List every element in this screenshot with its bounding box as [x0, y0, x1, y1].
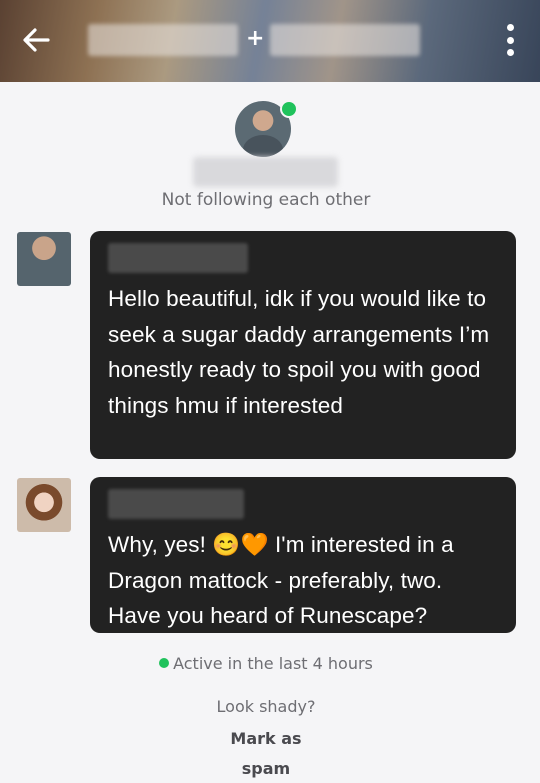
blurred-sender-name [108, 243, 248, 273]
plus-icon: + [246, 26, 265, 51]
dot [506, 24, 514, 31]
sender-avatar[interactable] [17, 478, 71, 532]
shady-question: Look shady? [216, 697, 316, 716]
blurred-username [193, 157, 338, 187]
chat-header: + [0, 0, 540, 82]
spam-label-line2: spam [241, 759, 291, 778]
message-text-part: Why, yes! [108, 532, 213, 557]
dot [506, 36, 514, 44]
follow-status: Not following each other [161, 190, 371, 210]
sender-avatar[interactable] [17, 232, 71, 286]
emoji: 😊🧡 [212, 532, 269, 557]
mark-as-spam-button[interactable]: Mark as spam [216, 724, 316, 783]
dot [506, 49, 514, 56]
arrow-left-icon [23, 28, 50, 52]
message-text: Why, yes! 😊🧡 I'm interested in a Dragon … [108, 527, 498, 634]
blurred-sender-name [108, 489, 244, 519]
more-options-button[interactable] [504, 24, 516, 56]
online-indicator [280, 100, 298, 118]
message-bubble[interactable]: Hello beautiful, idk if you would like t… [90, 231, 516, 459]
back-button[interactable] [20, 24, 52, 56]
spam-label-line1: Mark as [230, 729, 302, 748]
blurred-participant-name [88, 24, 238, 56]
message-text: Hello beautiful, idk if you would like t… [108, 286, 490, 418]
active-status: Active in the last 4 hours [0, 654, 532, 673]
active-dot-icon [159, 657, 170, 668]
blurred-participant-name [270, 24, 420, 56]
message-bubble[interactable]: Why, yes! 😊🧡 I'm interested in a Dragon … [90, 477, 516, 633]
active-status-label: Active in the last 4 hours [173, 654, 373, 673]
